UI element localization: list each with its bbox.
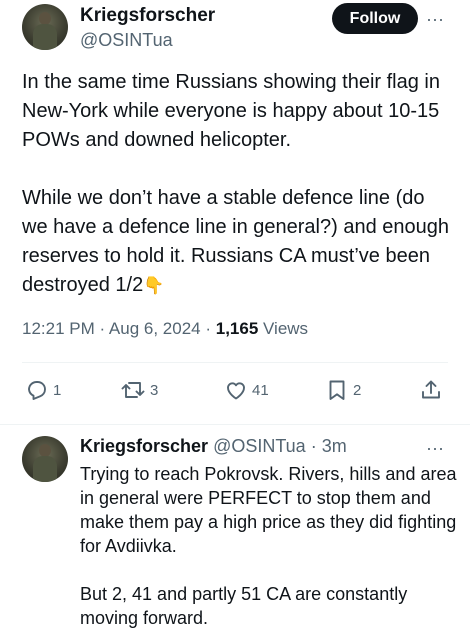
author-handle[interactable]: @OSINTua	[80, 30, 173, 51]
main-tweet: Kriegsforscher @OSINTua Follow ··· In th…	[0, 0, 470, 425]
pointing-down-emoji: 👇	[143, 276, 165, 296]
like-button[interactable]: 41	[224, 378, 269, 402]
tweet-text-content: While we don’t have a stable defence lin…	[22, 187, 449, 296]
reply-text-paragraph: But 2, 41 and partly 51 CA are constantl…	[80, 584, 408, 628]
reply-button[interactable]: 1	[25, 378, 61, 402]
repost-count: 3	[150, 381, 159, 399]
repost-icon	[121, 382, 145, 398]
reply-author-name[interactable]: Kriegsforscher	[80, 436, 208, 456]
views-label: Views	[258, 319, 309, 338]
bookmark-button[interactable]: 2	[325, 378, 361, 402]
like-count: 41	[252, 381, 269, 399]
divider	[0, 424, 470, 425]
tweet-text: In the same time Russians showing their …	[22, 68, 452, 301]
divider	[22, 362, 448, 363]
more-options-icon[interactable]: ···	[426, 9, 444, 30]
reply-text-paragraph: Trying to reach Pokrovsk. Rivers, hills …	[80, 464, 457, 556]
tweet-meta: 12:21 PM · Aug 6, 2024 · 1,165 Views	[22, 319, 308, 339]
repost-button[interactable]: 3	[120, 378, 158, 402]
views-count: 1,165	[215, 319, 259, 338]
reply-more-options-icon[interactable]: ···	[426, 438, 444, 459]
tweet-text-paragraph: While we don’t have a stable defence lin…	[22, 184, 452, 301]
reply-count: 1	[53, 381, 62, 399]
avatar-body-shape	[33, 456, 57, 482]
author-display-name[interactable]: Kriegsforscher	[80, 5, 215, 27]
bookmark-count: 2	[353, 381, 362, 399]
heart-icon	[227, 382, 245, 400]
share-icon	[422, 380, 440, 399]
avatar-body-shape	[33, 24, 57, 50]
reply-avatar[interactable]	[22, 436, 68, 482]
follow-button[interactable]: Follow	[332, 3, 418, 34]
reply-author-handle-time[interactable]: @OSINTua · 3m	[208, 436, 347, 456]
tweet-text-paragraph: In the same time Russians showing their …	[22, 71, 440, 151]
timestamp[interactable]: 12:21 PM · Aug 6, 2024 ·	[22, 319, 216, 338]
reply-text: Trying to reach Pokrovsk. Rivers, hills …	[80, 462, 460, 630]
reply-header: Kriegsforscher @OSINTua · 3m	[80, 436, 347, 457]
share-button[interactable]	[419, 378, 443, 402]
reply-icon	[28, 381, 46, 400]
bookmark-icon	[329, 380, 345, 400]
avatar[interactable]	[22, 4, 68, 50]
